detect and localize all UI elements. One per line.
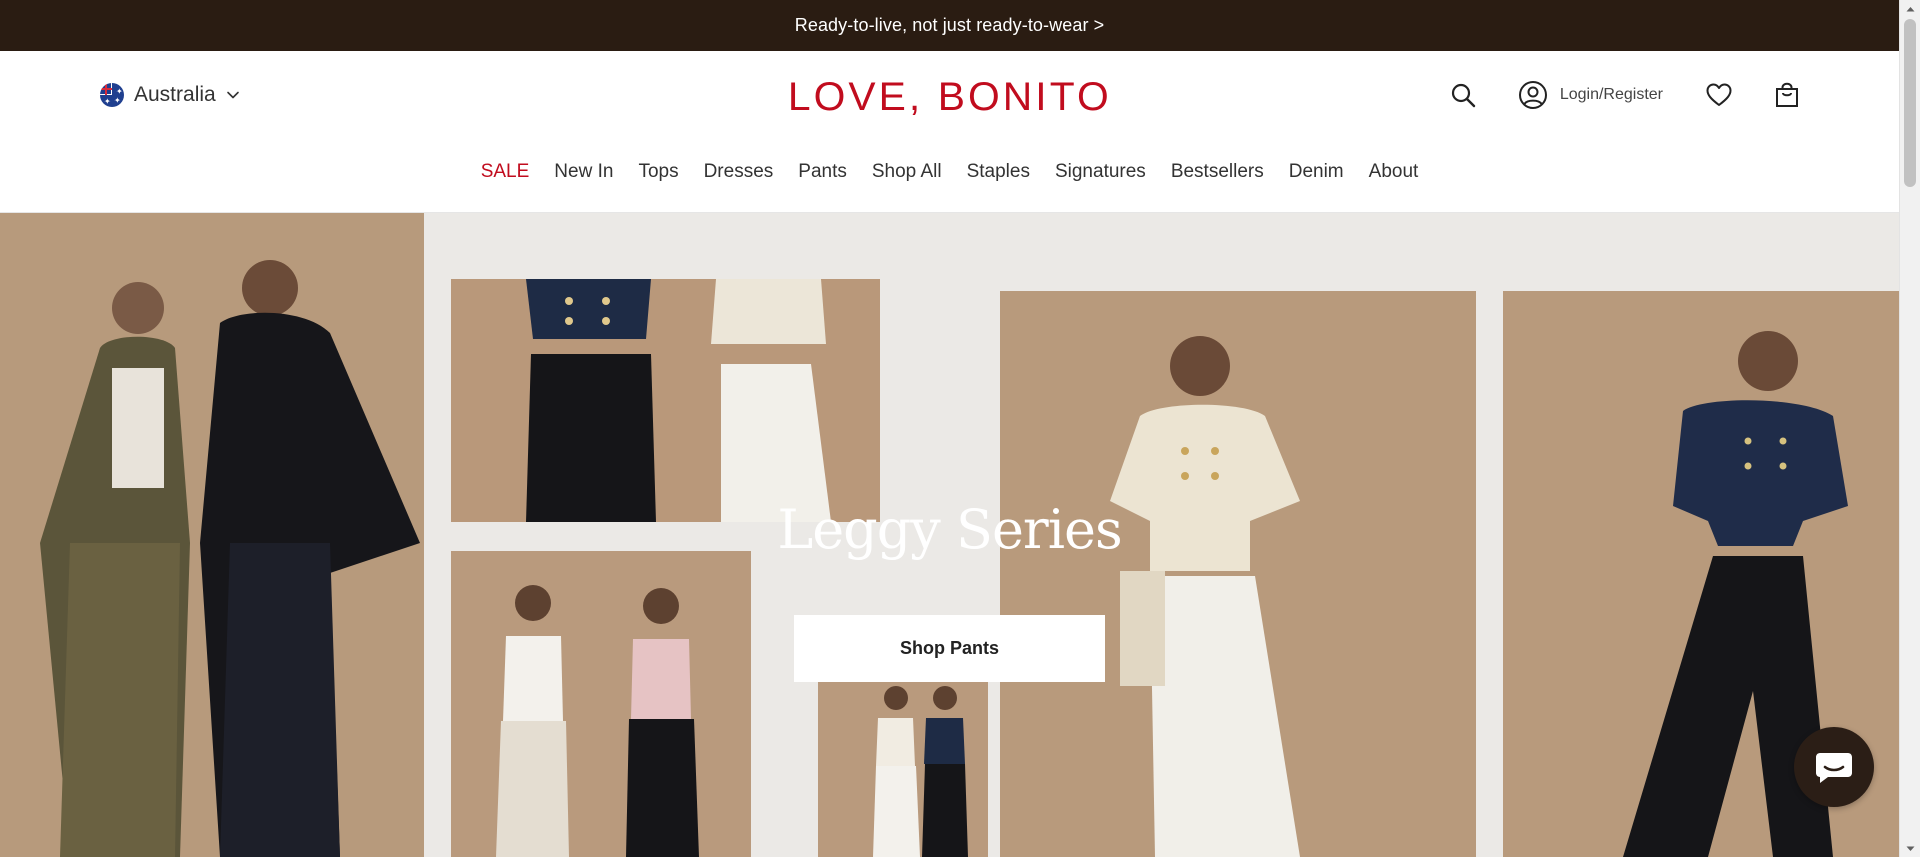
nav-item-dresses[interactable]: Dresses — [691, 161, 786, 183]
nav-item-bestsellers[interactable]: Bestsellers — [1158, 161, 1276, 183]
scrollbar-thumb[interactable] — [1904, 19, 1916, 187]
nav-item-denim[interactable]: Denim — [1276, 161, 1356, 183]
chat-bubble-icon — [1816, 753, 1852, 783]
hero-image-white-pink-tops — [451, 551, 751, 857]
nav-item-pants[interactable]: Pants — [786, 161, 860, 183]
hero-image-two-models-small — [818, 676, 988, 857]
nav-item-staples[interactable]: Staples — [954, 161, 1042, 183]
nav-item-tops[interactable]: Tops — [626, 161, 691, 183]
header-utilities: Login/Register — [1450, 77, 1799, 113]
nav-item-signatures[interactable]: Signatures — [1042, 161, 1158, 183]
login-register-label: Login/Register — [1559, 86, 1663, 103]
account-icon — [1518, 81, 1547, 109]
nav-item-sale[interactable]: SALE — [468, 161, 542, 183]
scroll-down-arrow-icon[interactable] — [1900, 840, 1920, 857]
nav-item-shop-all[interactable]: Shop All — [859, 161, 954, 183]
wishlist-button[interactable] — [1705, 82, 1733, 108]
nav-item-about[interactable]: About — [1356, 161, 1431, 183]
hero-banner[interactable]: Leggy Series Shop Pants — [0, 213, 1899, 857]
hero-image-cream-set — [1000, 291, 1476, 857]
search-icon — [1451, 83, 1476, 108]
announcement-text[interactable]: Ready-to-live, not just ready-to-wear > — [795, 15, 1105, 36]
scroll-up-arrow-icon[interactable] — [1900, 0, 1920, 17]
main-navigation: SALE New In Tops Dresses Pants Shop All … — [0, 161, 1899, 183]
shop-pants-button[interactable]: Shop Pants — [794, 615, 1105, 682]
hero-image-cropped-tops — [451, 279, 880, 522]
chat-button[interactable] — [1794, 727, 1874, 807]
hero-title: Leggy Series — [777, 498, 1122, 561]
site-header: ✦ ✦ ✦ Australia LOVE, BONITO Login/Regis… — [0, 51, 1899, 213]
shopping-bag-icon — [1776, 82, 1798, 107]
search-button[interactable] — [1450, 82, 1476, 108]
heart-icon — [1706, 83, 1732, 106]
page-scrollbar[interactable] — [1899, 0, 1920, 857]
cart-button[interactable] — [1775, 82, 1799, 108]
login-register-link[interactable]: Login/Register — [1518, 80, 1663, 110]
nav-item-new-in[interactable]: New In — [542, 161, 626, 183]
announcement-bar[interactable]: Ready-to-live, not just ready-to-wear > — [0, 0, 1899, 51]
